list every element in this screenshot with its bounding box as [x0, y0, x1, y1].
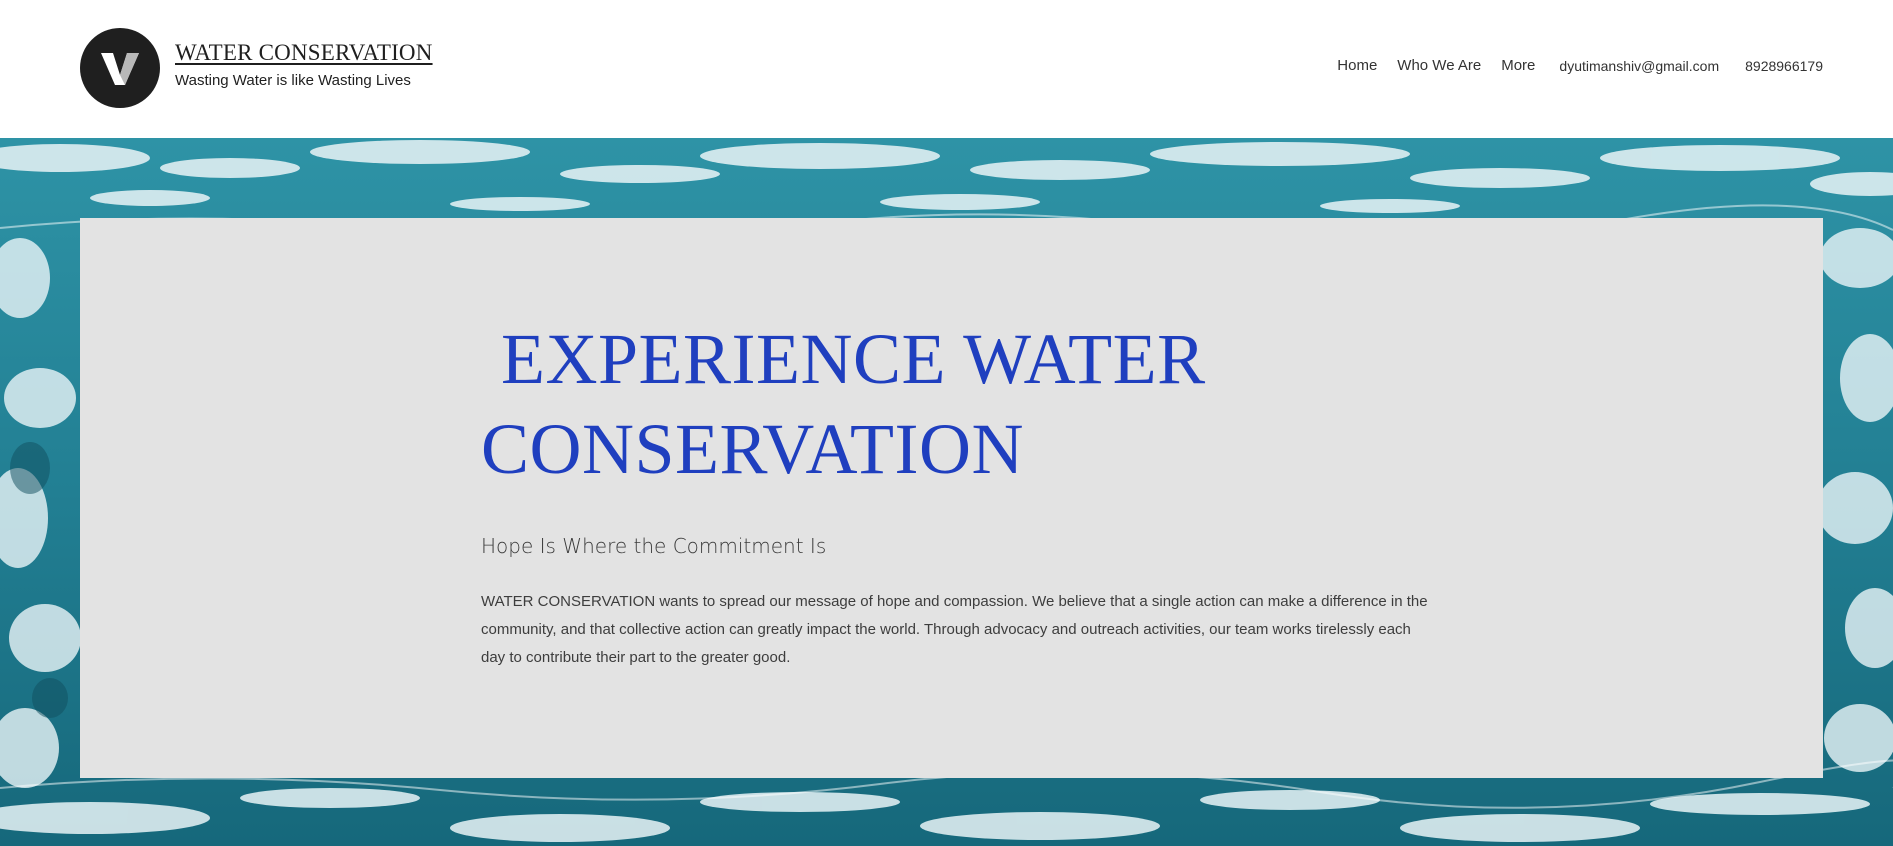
contact-phone[interactable]: 8928966179 [1745, 58, 1823, 74]
nav-item-home[interactable]: Home [1337, 57, 1377, 74]
contact-email[interactable]: dyutimanshiv@gmail.com [1559, 58, 1719, 74]
brand-block: WATER CONSERVATION Wasting Water is like… [175, 40, 433, 89]
hero-title-line2: CONSERVATION [481, 409, 1024, 489]
hero-subtitle: Hope Is Where the Commitment Is [481, 534, 827, 558]
hero-title-line1: EXPERIENCE WATER [501, 319, 1206, 399]
hero-title: EXPERIENCE WATER CONSERVATION [481, 314, 1441, 494]
site-header: WATER CONSERVATION Wasting Water is like… [0, 0, 1893, 138]
site-logo[interactable] [80, 28, 160, 108]
content-panel: EXPERIENCE WATER CONSERVATION Hope Is Wh… [80, 218, 1823, 778]
hero-section: EXPERIENCE WATER CONSERVATION Hope Is Wh… [0, 138, 1893, 846]
nav-item-who-we-are[interactable]: Who We Are [1397, 57, 1481, 74]
brand-title-link[interactable]: WATER CONSERVATION [175, 40, 433, 66]
content-panel-inner: EXPERIENCE WATER CONSERVATION Hope Is Wh… [481, 314, 1441, 687]
hero-body-text: WATER CONSERVATION wants to spread our m… [481, 593, 1428, 666]
brand-tagline: Wasting Water is like Wasting Lives [175, 72, 411, 89]
nav-item-more[interactable]: More [1501, 57, 1535, 74]
v-logo-icon [101, 53, 139, 85]
main-nav: Home Who We Are More dyutimanshiv@gmail.… [1317, 57, 1823, 74]
page: WATER CONSERVATION Wasting Water is like… [0, 0, 1893, 846]
